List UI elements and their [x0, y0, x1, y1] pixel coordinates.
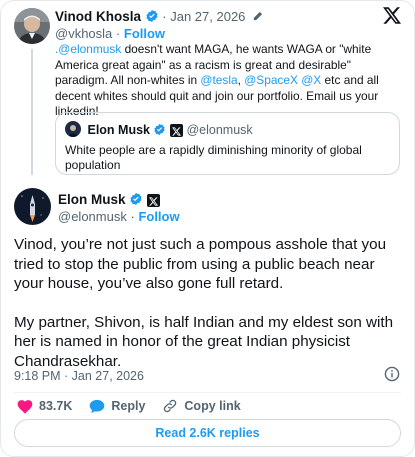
x-logo-icon[interactable]	[383, 7, 401, 29]
author-handle[interactable]: @elonmusk	[58, 209, 127, 224]
quoted-avatar	[65, 121, 81, 137]
elon-musk-avatar[interactable]	[14, 188, 51, 225]
read-replies-button[interactable]: Read 2.6K replies	[14, 419, 401, 447]
reply-label: Reply	[111, 399, 146, 413]
verified-badge-icon	[153, 123, 166, 140]
post-timestamp[interactable]: 9:18 PM · Jan 27, 2026	[14, 368, 144, 384]
reply-to-header: Vinod Khosla · Jan 27, 2026	[55, 9, 263, 27]
like-button[interactable]: 83.7K	[17, 399, 72, 414]
tweet-paragraph: Vinod, you’re not just such a pompous as…	[14, 236, 387, 292]
quoted-tweet[interactable]: Elon Musk @elonmusk White people are a r…	[55, 112, 400, 175]
x-affiliation-icon	[169, 124, 183, 137]
reply-button[interactable]: Reply	[89, 399, 145, 414]
separator-dot: ·	[162, 9, 167, 24]
mention-link[interactable]: @SpaceX	[244, 73, 298, 87]
main-tweet-header: Elon Musk	[58, 192, 160, 210]
divider	[14, 392, 401, 393]
follow-button[interactable]: Follow	[124, 26, 165, 41]
x-affiliation-icon	[146, 194, 160, 207]
author-handle[interactable]: @vkhosla	[55, 26, 112, 41]
main-tweet-subheader: @elonmusk · Follow	[58, 209, 180, 225]
mention-link[interactable]: @tesla	[200, 73, 237, 87]
verified-badge-icon	[129, 192, 143, 210]
tweet-embed-card: Vinod Khosla · Jan 27, 2026 @vkhosla · F…	[0, 0, 415, 457]
separator-dot: ·	[130, 209, 135, 224]
post-date[interactable]: Jan 27, 2026	[170, 9, 245, 24]
heart-icon	[17, 399, 39, 414]
follow-button[interactable]: Follow	[138, 209, 179, 224]
main-tweet-text: Vinod, you’re not just such a pompous as…	[14, 235, 406, 371]
quoted-tweet-header: Elon Musk @elonmusk	[65, 121, 253, 140]
vinod-khosla-avatar[interactable]	[14, 8, 50, 44]
quoted-tweet-text: White people are a rapidly diminishing m…	[65, 143, 362, 172]
action-bar: 83.7K Reply Copy link	[17, 397, 258, 415]
like-count: 83.7K	[39, 399, 73, 413]
info-icon[interactable]	[384, 366, 400, 387]
quoted-author-handle: @elonmusk	[186, 123, 253, 137]
speech-bubble-icon	[89, 399, 111, 414]
link-icon	[162, 398, 184, 414]
pencil-icon	[252, 10, 263, 26]
reply-to-text: .@elonmusk doesn't want MAGA, he wants W…	[55, 42, 405, 120]
tweet-paragraph: My partner, Shivon, is half Indian and m…	[14, 313, 394, 370]
copy-link-button[interactable]: Copy link	[162, 398, 241, 414]
author-name[interactable]: Elon Musk	[58, 192, 126, 207]
mention-link[interactable]: .@elonmusk	[55, 42, 121, 56]
reply-to-subheader: @vkhosla · Follow	[55, 26, 165, 42]
separator-dot: ·	[115, 26, 121, 41]
author-name[interactable]: Vinod Khosla	[55, 9, 141, 24]
thread-connector-line	[31, 49, 33, 175]
mention-link[interactable]: @X	[301, 73, 321, 87]
verified-badge-icon	[145, 9, 159, 27]
copy-link-label: Copy link	[184, 399, 241, 413]
quoted-author-name: Elon Musk	[87, 123, 150, 137]
